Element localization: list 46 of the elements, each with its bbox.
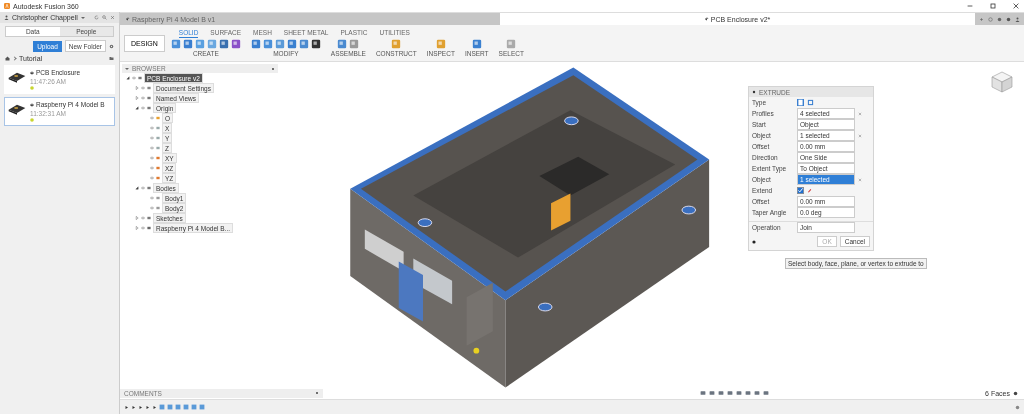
eye-icon[interactable] — [150, 156, 154, 160]
eye-icon[interactable] — [150, 146, 154, 150]
eye-icon[interactable] — [150, 126, 154, 130]
pencil-icon[interactable] — [807, 188, 812, 193]
expand-toggle-icon[interactable] — [135, 86, 139, 90]
add-tab-icon[interactable] — [979, 16, 984, 22]
home-icon[interactable] — [5, 56, 10, 61]
design-file-icon — [30, 70, 34, 75]
eye-icon[interactable] — [141, 106, 145, 110]
user-icon[interactable] — [1015, 16, 1020, 22]
eye-icon[interactable] — [150, 166, 154, 170]
search-icon[interactable] — [102, 15, 107, 20]
app-logo-icon — [4, 3, 10, 9]
play-icon[interactable] — [138, 404, 143, 410]
expand-toggle-icon[interactable] — [135, 186, 139, 190]
expand-toggle-icon[interactable] — [126, 76, 130, 80]
expand-toggle-icon[interactable] — [135, 106, 139, 110]
minimize-icon[interactable] — [966, 2, 974, 10]
checkbox[interactable] — [797, 187, 804, 194]
close-icon[interactable] — [110, 15, 115, 20]
eye-icon[interactable] — [141, 216, 145, 220]
eye-icon[interactable] — [150, 206, 154, 210]
expand-toggle-icon[interactable] — [135, 96, 139, 100]
eye-icon[interactable] — [141, 186, 145, 190]
eye-icon[interactable] — [150, 136, 154, 140]
close-icon[interactable] — [1012, 2, 1020, 10]
expand-toggle-icon[interactable] — [135, 226, 139, 230]
design-file-icon — [126, 17, 130, 21]
eye-icon[interactable] — [141, 96, 145, 100]
eye-icon[interactable] — [132, 76, 136, 80]
eye-icon[interactable] — [141, 86, 145, 90]
status-dot-icon — [30, 118, 34, 122]
thin-extrude-icon[interactable] — [807, 99, 814, 106]
view-cube-icon[interactable] — [990, 70, 1014, 94]
person-icon — [4, 15, 9, 20]
eye-icon[interactable] — [141, 226, 145, 230]
design-file-icon — [30, 102, 34, 107]
refresh-icon[interactable] — [94, 15, 99, 20]
expand-toggle-icon[interactable] — [135, 216, 139, 220]
eye-icon[interactable] — [150, 176, 154, 180]
solid-extrude-icon[interactable] — [797, 99, 804, 106]
design-file-icon — [704, 17, 709, 21]
maximize-icon[interactable] — [989, 2, 997, 10]
status-dot-icon — [30, 86, 34, 90]
eye-icon[interactable] — [150, 196, 154, 200]
eye-icon[interactable] — [150, 116, 154, 120]
